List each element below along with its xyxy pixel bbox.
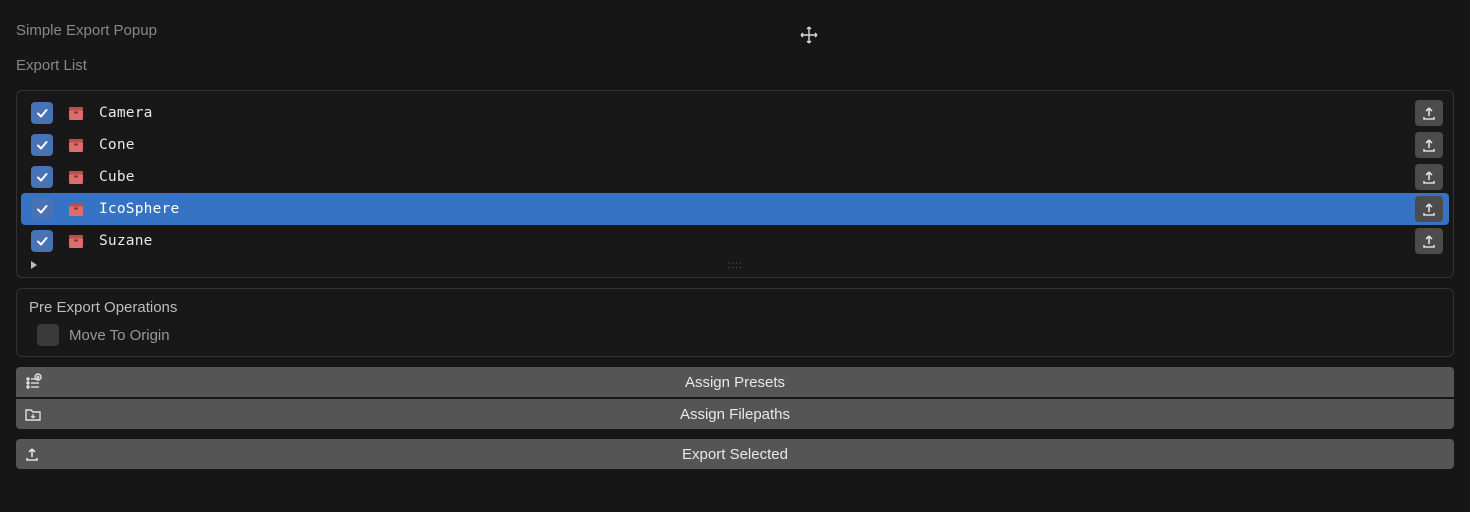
object-box-icon (65, 166, 87, 188)
move-to-origin-row: Move To Origin (29, 324, 1441, 346)
pre-export-panel: Pre Export Operations Move To Origin (16, 288, 1454, 357)
resize-grip-icon[interactable]: :::: (727, 260, 742, 271)
object-checkbox[interactable] (31, 102, 53, 124)
pre-export-title: Pre Export Operations (29, 299, 1441, 316)
export-upload-icon (24, 446, 40, 462)
list-item[interactable]: Camera (21, 97, 1449, 129)
list-item[interactable]: Cone (21, 129, 1449, 161)
object-box-icon (65, 134, 87, 156)
object-checkbox[interactable] (31, 134, 53, 156)
section-label: Export List (0, 39, 1470, 84)
object-checkbox[interactable] (31, 230, 53, 252)
object-name-label: Cone (99, 137, 1403, 153)
list-item[interactable]: Suzane (21, 225, 1449, 257)
export-item-button[interactable] (1415, 228, 1443, 254)
object-checkbox[interactable] (31, 166, 53, 188)
expand-triangle-icon[interactable] (29, 257, 39, 274)
object-box-icon (65, 102, 87, 124)
popup-title: Simple Export Popup (0, 0, 1470, 39)
move-to-origin-checkbox[interactable] (37, 324, 59, 346)
move-to-origin-label: Move To Origin (69, 327, 170, 344)
move-cursor-icon[interactable] (800, 26, 818, 48)
action-buttons: Assign Presets Assign Filepaths (16, 367, 1454, 429)
object-name-label: Cube (99, 169, 1403, 185)
object-name-label: IcoSphere (99, 201, 1403, 217)
export-item-button[interactable] (1415, 100, 1443, 126)
list-item[interactable]: Cube (21, 161, 1449, 193)
object-box-icon (65, 230, 87, 252)
export-selected-label: Export Selected (682, 446, 788, 463)
export-item-button[interactable] (1415, 132, 1443, 158)
object-checkbox[interactable] (31, 198, 53, 220)
assign-presets-button[interactable]: Assign Presets (16, 367, 1454, 397)
object-name-label: Suzane (99, 233, 1403, 249)
object-name-label: Camera (99, 105, 1403, 121)
assign-presets-label: Assign Presets (685, 374, 785, 391)
list-add-icon (24, 373, 42, 391)
assign-filepaths-button[interactable]: Assign Filepaths (16, 399, 1454, 429)
object-box-icon (65, 198, 87, 220)
export-item-button[interactable] (1415, 164, 1443, 190)
assign-filepaths-label: Assign Filepaths (680, 406, 790, 423)
list-footer: :::: (21, 257, 1449, 277)
export-item-button[interactable] (1415, 196, 1443, 222)
folder-import-icon (24, 405, 42, 423)
list-item[interactable]: IcoSphere (21, 193, 1449, 225)
export-selected-button[interactable]: Export Selected (16, 439, 1454, 469)
export-button-row: Export Selected (16, 439, 1454, 469)
export-list-panel: CameraConeCubeIcoSphereSuzane :::: (16, 90, 1454, 278)
